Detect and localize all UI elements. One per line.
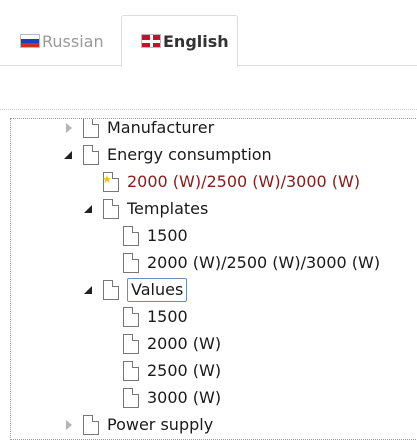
tab-label: English bbox=[163, 31, 229, 51]
collapse-arrow-icon[interactable] bbox=[83, 203, 95, 215]
tree-node-templates[interactable]: Templates bbox=[83, 195, 208, 222]
tree-node-label: 2000 (W)/2500 (W)/3000 (W) bbox=[147, 253, 381, 272]
tab-russian[interactable]: Russian bbox=[20, 15, 104, 67]
tree-node-energy-consumption[interactable]: Energy consumption bbox=[63, 141, 272, 168]
tree-node-value-2000[interactable]: 2000 (W) bbox=[103, 330, 221, 357]
tab-english[interactable]: English bbox=[121, 15, 238, 67]
tree-node-template-1500[interactable]: 1500 bbox=[103, 222, 188, 249]
document-icon bbox=[83, 144, 99, 165]
document-icon bbox=[123, 387, 139, 408]
tree-node-label: 3000 (W) bbox=[147, 388, 222, 407]
tree-node-label: Values bbox=[127, 277, 188, 302]
collapse-arrow-icon[interactable] bbox=[83, 284, 95, 296]
document-icon bbox=[123, 225, 139, 246]
document-icon bbox=[83, 414, 99, 435]
tab-label: Russian bbox=[42, 31, 104, 51]
tree-divider bbox=[0, 109, 417, 110]
document-icon bbox=[123, 333, 139, 354]
tree-node-energy-value[interactable]: 2000 (W)/2500 (W)/3000 (W) bbox=[83, 168, 360, 195]
document-icon bbox=[123, 360, 139, 381]
collapse-arrow-icon[interactable] bbox=[63, 149, 75, 161]
tree-node-label: 2500 (W) bbox=[147, 361, 222, 380]
expand-arrow-icon[interactable] bbox=[63, 419, 75, 431]
document-icon bbox=[103, 198, 119, 219]
property-tree[interactable]: Manufacturer Energy consumption 2000 (W)… bbox=[10, 118, 417, 440]
tree-node-label: Energy consumption bbox=[107, 145, 272, 164]
tree-node-value-2500[interactable]: 2500 (W) bbox=[103, 357, 221, 384]
tree-node-values[interactable]: Values bbox=[83, 276, 188, 303]
russia-flag-icon bbox=[20, 34, 40, 48]
document-icon bbox=[123, 306, 139, 327]
expand-arrow-icon[interactable] bbox=[63, 122, 75, 134]
tree-node-label: 2000 (W)/2500 (W)/3000 (W) bbox=[127, 172, 361, 191]
document-icon bbox=[123, 252, 139, 273]
tree-node-label: Manufacturer bbox=[107, 118, 215, 137]
starred-document-icon bbox=[102, 171, 119, 192]
tree-node-value-1500[interactable]: 1500 bbox=[103, 303, 188, 330]
tree-node-label: Templates bbox=[127, 199, 209, 218]
tree-node-manufacturer[interactable]: Manufacturer bbox=[63, 118, 215, 141]
tree-node-label: 1500 bbox=[147, 226, 188, 245]
tree-node-power-supply[interactable]: Power supply bbox=[63, 411, 213, 438]
language-tab-bar: Russian English bbox=[0, 0, 417, 67]
tree-node-value-3000[interactable]: 3000 (W) bbox=[103, 384, 221, 411]
tree-node-template-range[interactable]: 2000 (W)/2500 (W)/3000 (W) bbox=[103, 249, 380, 276]
tree-node-label: Power supply bbox=[107, 415, 214, 434]
document-icon bbox=[83, 119, 99, 138]
uk-flag-icon bbox=[141, 34, 161, 48]
tree-node-label: 1500 bbox=[147, 307, 188, 326]
tree-node-label: 2000 (W) bbox=[147, 334, 222, 353]
document-icon bbox=[103, 279, 119, 300]
